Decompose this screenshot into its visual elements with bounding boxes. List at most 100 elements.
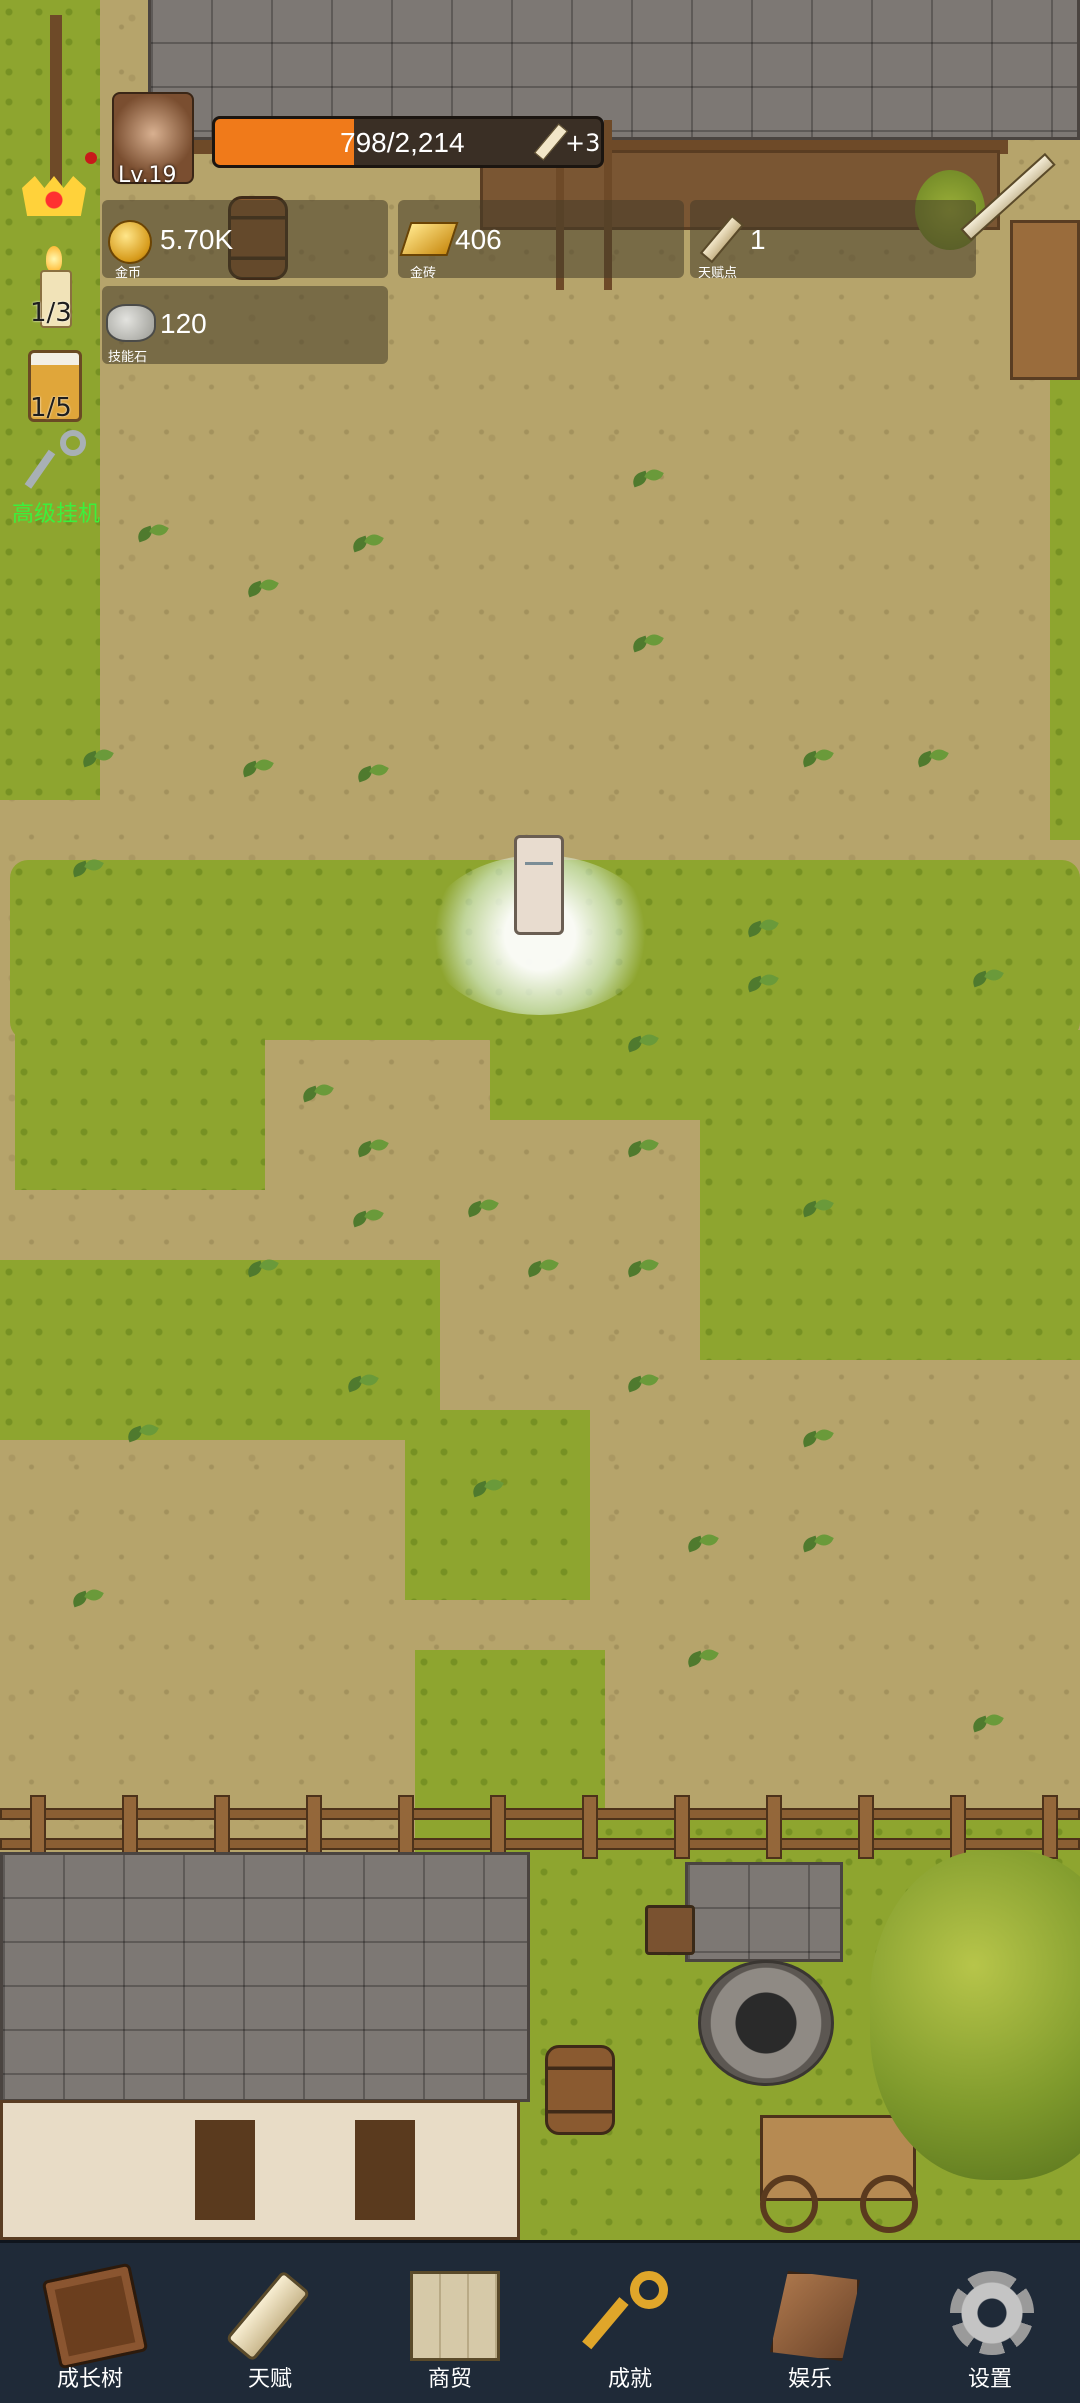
fence-post [950, 1795, 966, 1859]
grass-patch [1050, 360, 1080, 840]
nav-label: 天赋 [247, 2367, 292, 2392]
bottom-building-wall [0, 2100, 520, 2240]
fence-post [122, 1795, 138, 1859]
key-icon [582, 2271, 674, 2355]
crop-sprout [355, 760, 389, 788]
crown-icon[interactable] [22, 162, 86, 220]
grass-patch [15, 1030, 265, 1190]
door [195, 2120, 255, 2220]
crop-sprout [915, 745, 949, 773]
crop-sprout [745, 970, 779, 998]
door [355, 2120, 415, 2220]
fence-post [582, 1795, 598, 1859]
crop-sprout [525, 1255, 559, 1283]
fence-post [674, 1795, 690, 1859]
book-icon [41, 2262, 149, 2370]
nav-label: 成长树 [56, 2367, 123, 2392]
skill-stone-label: 技能石 [108, 350, 148, 365]
crop-sprout [625, 1370, 659, 1398]
key-icon[interactable] [24, 430, 94, 496]
red-dot-icon [85, 152, 97, 164]
nav-talent[interactable]: 天赋 [180, 2243, 360, 2403]
gear-icon [950, 2271, 1034, 2355]
cart-wheel [760, 2175, 818, 2233]
crop-sprout [245, 575, 279, 603]
fence-post [858, 1795, 874, 1859]
crop-sprout [125, 1420, 159, 1448]
crop-sprout [350, 1205, 384, 1233]
gold-value: 5.70K [160, 224, 234, 255]
grass-patch [0, 1260, 440, 1440]
fence-post [306, 1795, 322, 1859]
player-character[interactable] [514, 835, 564, 935]
gold-label: 金币 [115, 266, 142, 281]
crop-sprout [800, 745, 834, 773]
tree [870, 1850, 1080, 2180]
crop-sprout [240, 755, 274, 783]
crop-sprout [350, 530, 384, 558]
well[interactable] [698, 1960, 834, 2086]
beer-count: 1/5 [30, 393, 72, 423]
gold-coin-icon [108, 220, 152, 264]
fence-post [766, 1795, 782, 1859]
nav-achievement[interactable]: 成就 [540, 2243, 720, 2403]
crop-sprout [70, 855, 104, 883]
candle-count: 1/3 [30, 298, 72, 328]
crop-sprout [685, 1530, 719, 1558]
crop-sprout [800, 1425, 834, 1453]
crop-sprout [300, 1080, 334, 1108]
crop-sprout [970, 1710, 1004, 1738]
talent-label: 天赋点 [698, 266, 738, 281]
crop-sprout [80, 745, 114, 773]
fence-rail [0, 1838, 1080, 1850]
fence-rail [0, 1808, 1080, 1820]
grass-patch [700, 1110, 1080, 1360]
well-roof [685, 1862, 843, 1962]
exp-bonus: +3 [565, 129, 601, 157]
crop-sprout [625, 1030, 659, 1058]
nav-label: 娱乐 [787, 2367, 832, 2392]
nav-settings[interactable]: 设置 [900, 2243, 1080, 2403]
exp-bar-fill [215, 119, 354, 165]
exp-text: 798/2,214 [340, 127, 465, 158]
cart-wheel [860, 2175, 918, 2233]
grass-patch [490, 1030, 1080, 1120]
grass-patch [405, 1410, 590, 1600]
crop-sprout [470, 1475, 504, 1503]
nav-growth-tree[interactable]: 成长树 [0, 2243, 180, 2403]
exp-bar: 798/2,214 +3 [212, 116, 604, 168]
crop-sprout [245, 1255, 279, 1283]
scroll-icon [225, 2269, 311, 2363]
bucket [645, 1905, 695, 1955]
crop-sprout [630, 465, 664, 493]
nav-label: 商贸 [427, 2367, 472, 2392]
nav-trade[interactable]: 商贸 [360, 2243, 540, 2403]
crop-sprout [135, 520, 169, 548]
crop-sprout [970, 965, 1004, 993]
stone-icon [106, 304, 156, 342]
nav-label: 设置 [967, 2367, 1012, 2392]
fence-post [30, 1795, 46, 1859]
crop-sprout [70, 1585, 104, 1613]
crop-sprout [625, 1255, 659, 1283]
barrel [545, 2045, 615, 2135]
crop-sprout [345, 1370, 379, 1398]
level-label: Lv.19 [118, 163, 177, 188]
skill-stone-value: 120 [160, 308, 207, 339]
fence-post [398, 1795, 414, 1859]
flag-icon [770, 2271, 860, 2361]
crop-sprout [630, 630, 664, 658]
character-face [525, 862, 553, 873]
fence-post [1042, 1795, 1058, 1859]
crop-sprout [685, 1645, 719, 1673]
gold-brick-label: 金砖 [410, 266, 437, 281]
nav-label: 成就 [607, 2367, 652, 2392]
bottom-nav: 成长树 天赋 商贸 成就 娱乐 设置 [0, 2240, 1080, 2403]
scroll-icon [534, 123, 568, 161]
auto-idle-label[interactable]: 高级挂机 [12, 496, 100, 528]
crop-sprout [625, 1135, 659, 1163]
gold-brick-value: 406 [455, 224, 502, 255]
crop-sprout [745, 915, 779, 943]
fence-post [490, 1795, 506, 1859]
nav-entertainment[interactable]: 娱乐 [720, 2243, 900, 2403]
